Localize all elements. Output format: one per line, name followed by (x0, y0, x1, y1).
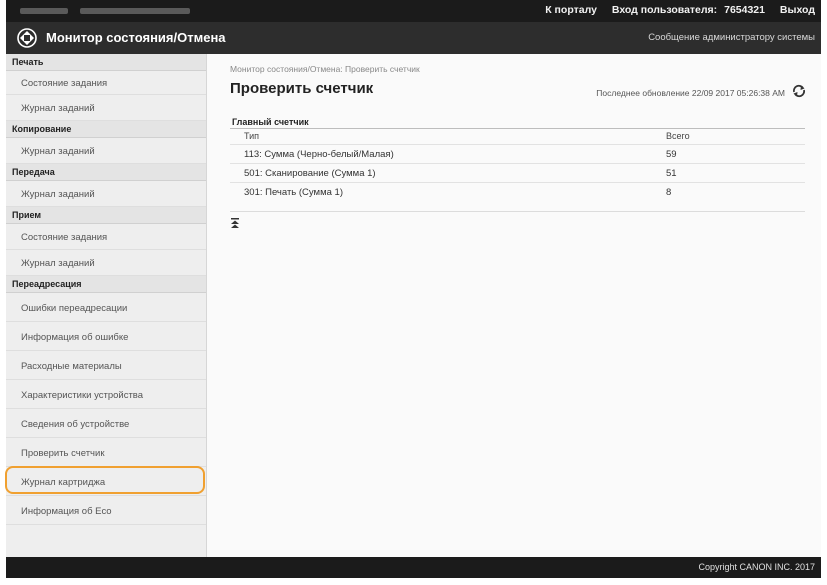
counter-type: 301: Печать (Сумма 1) (244, 187, 343, 198)
counter-type: 113: Сумма (Черно-белый/Малая) (244, 149, 394, 160)
sidebar-item-device-info[interactable]: Сведения об устройстве (6, 409, 206, 438)
user-id: 7654321 (724, 4, 765, 16)
to-top-icon[interactable] (231, 218, 239, 228)
last-update-text: Последнее обновление 22/09 2017 05:26:38… (596, 88, 785, 98)
blurred-text (20, 8, 68, 14)
sidebar-section-print: Печать (6, 54, 206, 71)
sidebar-item-eco-info[interactable]: Информация об Eco (6, 496, 206, 525)
top-bar: К порталу Вход пользователя: 7654321 Вых… (6, 0, 821, 22)
sidebar-section-copy: Копирование (6, 121, 206, 138)
table-row: 301: Печать (Сумма 1) 8 (230, 182, 805, 201)
sidebar-item-send-job-log[interactable]: Журнал заданий (6, 181, 206, 207)
counter-total: 8 (666, 187, 672, 198)
footer: Copyright CANON INC. 2017 (6, 557, 821, 578)
counter-total: 51 (666, 168, 677, 179)
page-title: Проверить счетчик (230, 80, 374, 97)
login-label-text: Вход пользователя: (611, 4, 718, 16)
table-divider (230, 211, 805, 212)
sidebar-section-send: Передача (6, 164, 206, 181)
counter-type: 501: Сканирование (Сумма 1) (244, 168, 376, 179)
sidebar-item-device-features[interactable]: Характеристики устройства (6, 380, 206, 409)
sidebar-item-receive-job-status[interactable]: Состояние задания (6, 224, 206, 250)
admin-message-link[interactable]: Сообщение администратору системы (648, 32, 815, 43)
sidebar-item-copy-job-log[interactable]: Журнал заданий (6, 138, 206, 164)
sidebar-item-print-job-log[interactable]: Журнал заданий (6, 95, 206, 121)
portal-link[interactable]: К порталу (545, 4, 597, 16)
table-caption: Главный счетчик (232, 117, 309, 127)
window: К порталу Вход пользователя: 7654321 Вых… (0, 0, 827, 585)
column-header-type: Тип (244, 131, 260, 141)
table-header: Тип Всего (230, 129, 805, 143)
sidebar-item-error-info[interactable]: Информация об ошибке (6, 322, 206, 351)
sidebar-item-consumables[interactable]: Расходные материалы (6, 351, 206, 380)
counter-total: 59 (666, 149, 677, 160)
column-header-total: Всего (666, 131, 690, 141)
table-row: 501: Сканирование (Сумма 1) 51 (230, 163, 805, 182)
selected-item-highlight (5, 466, 205, 494)
sidebar-item-check-counter[interactable]: Проверить счетчик (6, 438, 206, 467)
sidebar-section-forwarding: Переадресация (6, 276, 206, 293)
blurred-text (80, 8, 190, 14)
main-content: Монитор состояния/Отмена: Проверить счет… (207, 54, 821, 557)
sidebar-item-forwarding-errors[interactable]: Ошибки переадресации (6, 293, 206, 322)
breadcrumb: Монитор состояния/Отмена: Проверить счет… (230, 64, 420, 74)
top-links: К порталу Вход пользователя: 7654321 Вых… (533, 4, 815, 16)
sidebar-section-receive: Прием (6, 207, 206, 224)
sidebar-item-receive-job-log[interactable]: Журнал заданий (6, 250, 206, 276)
logout-link[interactable]: Выход (780, 4, 815, 16)
login-label: Вход пользователя: 7654321 (612, 4, 765, 16)
copyright-text: Copyright CANON INC. 2017 (698, 562, 815, 572)
monitor-logo-icon (17, 28, 37, 48)
table-row: 113: Сумма (Черно-белый/Малая) 59 (230, 144, 805, 163)
sidebar-item-print-job-status[interactable]: Состояние задания (6, 71, 206, 95)
title-bar: Монитор состояния/Отмена Сообщение админ… (6, 22, 821, 54)
refresh-icon[interactable] (791, 84, 807, 98)
page-header-title: Монитор состояния/Отмена (46, 30, 226, 45)
